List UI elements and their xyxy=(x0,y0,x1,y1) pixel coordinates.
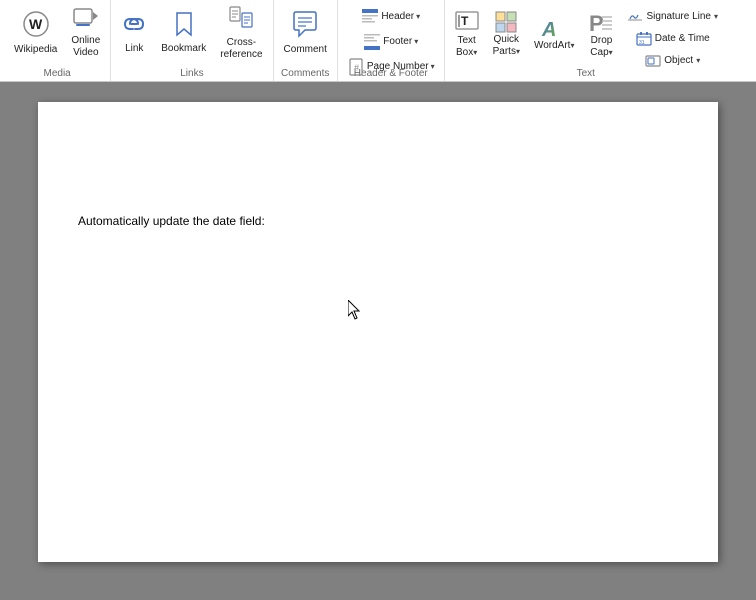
svg-text:A: A xyxy=(541,19,556,40)
link-button[interactable]: Link xyxy=(115,3,153,63)
media-group-label: Media xyxy=(8,65,106,81)
cross-reference-button[interactable]: Cross-reference xyxy=(214,3,268,63)
footer-dropdown-arrow: ▾ xyxy=(414,37,418,47)
header-dropdown-arrow: ▾ xyxy=(416,12,420,22)
signature-line-arrow: ▾ xyxy=(714,12,718,22)
page-number-dropdown-arrow: ▾ xyxy=(431,62,435,72)
comment-button[interactable]: Comment xyxy=(278,3,333,63)
quick-parts-arrow: ▾ xyxy=(516,47,520,57)
text-box-label2: Box xyxy=(456,47,473,59)
object-button[interactable]: Object ▾ xyxy=(622,51,723,71)
object-icon xyxy=(645,54,661,68)
cross-reference-label: Cross-reference xyxy=(220,37,262,61)
object-label: Object xyxy=(664,55,693,67)
footer-button[interactable]: Footer ▾ xyxy=(342,30,440,54)
document-content: Automatically update the date field: xyxy=(78,212,678,230)
comment-icon xyxy=(291,10,319,42)
links-buttons: Link Bookmark xyxy=(115,2,268,65)
signature-line-icon xyxy=(627,10,643,24)
ribbon-group-header-footer: Header ▾ Footer ▾ # xyxy=(338,0,445,81)
ribbon-group-links: Link Bookmark xyxy=(111,0,273,81)
cross-reference-icon xyxy=(228,5,254,35)
ribbon: W Wikipedia OnlineVideo Media xyxy=(0,0,756,82)
date-time-label: Date & Time xyxy=(655,33,710,45)
drop-cap-button[interactable]: P Drop Cap ▾ xyxy=(582,5,620,63)
links-group-label: Links xyxy=(115,65,268,81)
document-area: Automatically update the date field: xyxy=(0,82,756,600)
text-box-arrow: ▾ xyxy=(473,48,477,58)
page-number-label: Page Number xyxy=(367,61,429,73)
text-box-button[interactable]: T Text Box ▾ xyxy=(449,5,485,63)
online-video-label: OnlineVideo xyxy=(71,35,100,59)
wordart-label: WordArt xyxy=(534,40,571,52)
wikipedia-label: Wikipedia xyxy=(14,44,57,56)
link-label: Link xyxy=(125,43,143,55)
wordart-arrow: ▾ xyxy=(570,41,574,51)
footer-label: Footer xyxy=(383,36,412,48)
footer-icon xyxy=(363,33,381,51)
wordart-icon: A xyxy=(540,16,568,40)
ribbon-group-text: T Text Box ▾ xyxy=(445,0,727,81)
text-buttons: T Text Box ▾ xyxy=(449,2,723,65)
drop-cap-label2: Cap xyxy=(590,47,608,59)
quick-parts-icon xyxy=(494,10,518,34)
svg-text:31: 31 xyxy=(639,40,645,46)
link-icon xyxy=(121,11,147,41)
page-number-icon: # xyxy=(347,58,365,76)
drop-cap-icon: P xyxy=(588,9,614,35)
bookmark-label: Bookmark xyxy=(161,43,206,55)
svg-text:#: # xyxy=(354,63,359,73)
header-footer-buttons: Header ▾ Footer ▾ # xyxy=(342,2,440,65)
header-label: Header xyxy=(381,11,414,23)
drop-cap-label: Drop xyxy=(591,35,613,47)
signature-line-label: Signature Line xyxy=(646,11,711,23)
online-video-button[interactable]: OnlineVideo xyxy=(65,3,106,63)
drop-cap-arrow: ▾ xyxy=(609,48,613,58)
page-number-button[interactable]: # Page Number ▾ xyxy=(342,55,440,79)
svg-text:W: W xyxy=(29,16,43,32)
media-buttons: W Wikipedia OnlineVideo xyxy=(8,2,106,65)
date-time-button[interactable]: 31 Date & Time xyxy=(622,29,723,49)
signature-line-button[interactable]: Signature Line ▾ xyxy=(622,7,723,27)
object-arrow: ▾ xyxy=(696,56,700,66)
bookmark-icon xyxy=(174,11,194,41)
header-button[interactable]: Header ▾ xyxy=(342,5,440,29)
text-box-icon: T xyxy=(455,9,479,35)
comments-buttons: Comment xyxy=(278,2,333,65)
ribbon-group-comments: Comment Comments xyxy=(274,0,338,81)
comment-label: Comment xyxy=(284,44,327,56)
quick-parts-button[interactable]: Quick Parts ▾ xyxy=(487,5,526,63)
bookmark-button[interactable]: Bookmark xyxy=(155,3,212,63)
wikipedia-icon: W xyxy=(22,10,50,42)
wordart-button[interactable]: A WordArt ▾ xyxy=(528,5,581,63)
svg-text:P: P xyxy=(589,11,604,35)
ribbon-group-media: W Wikipedia OnlineVideo Media xyxy=(4,0,111,81)
comments-group-label: Comments xyxy=(278,65,333,81)
document-page: Automatically update the date field: xyxy=(38,102,718,562)
date-time-icon: 31 xyxy=(636,32,652,46)
quick-parts-label2: Parts xyxy=(493,46,516,58)
wikipedia-button[interactable]: W Wikipedia xyxy=(8,3,63,63)
svg-text:T: T xyxy=(461,14,469,28)
online-video-icon xyxy=(73,7,99,33)
mouse-cursor xyxy=(348,300,360,318)
text-box-label: Text xyxy=(457,35,475,47)
quick-parts-label: Quick xyxy=(494,34,520,46)
header-icon xyxy=(361,8,379,26)
